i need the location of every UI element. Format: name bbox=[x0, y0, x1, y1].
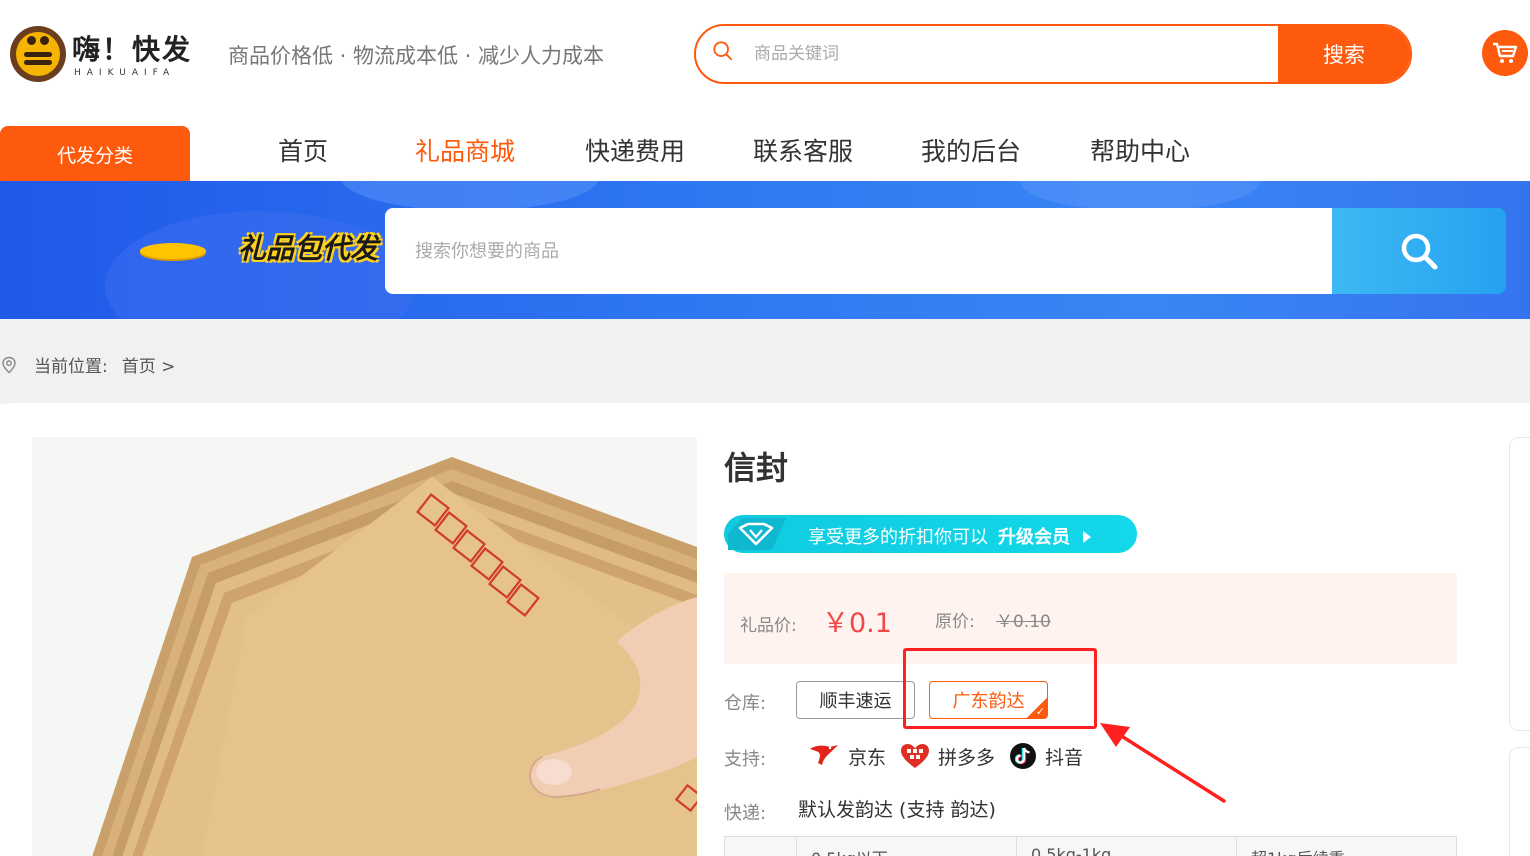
banner-decoration bbox=[340, 181, 600, 211]
site-header: 嗨！快发 HAIKUAIFA 商品价格低 · 物流成本低 · 减少人力成本 搜索 bbox=[0, 0, 1530, 110]
warehouse-option-sf[interactable]: 顺丰速运 bbox=[796, 681, 915, 719]
douyin-icon bbox=[1010, 743, 1037, 769]
gift-price-value: ￥0.1 bbox=[822, 608, 892, 639]
nav-item-home[interactable]: 首页 bbox=[278, 132, 328, 168]
cart-button[interactable] bbox=[1482, 30, 1528, 76]
product-title: 信封 bbox=[724, 449, 789, 487]
main-nav: 代发分类 首页 礼品商城 快递费用 联系客服 我的后台 帮助中心 bbox=[0, 110, 1530, 182]
top-search-button[interactable]: 搜索 bbox=[1278, 26, 1410, 82]
site-logo[interactable]: 嗨！快发 HAIKUAIFA bbox=[10, 22, 210, 86]
category-button[interactable]: 代发分类 bbox=[0, 126, 190, 182]
nav-item-help-center[interactable]: 帮助中心 bbox=[1090, 132, 1190, 168]
annotation-highlight-box bbox=[903, 648, 1097, 729]
bee-logo-icon bbox=[10, 26, 66, 82]
table-header-cell: 0.5kg-1kg bbox=[1031, 845, 1112, 856]
envelope-photo bbox=[92, 457, 697, 856]
caret-right-icon bbox=[1082, 531, 1091, 543]
site-slogan: 商品价格低 · 物流成本低 · 减少人力成本 bbox=[228, 44, 605, 68]
gift-banner: 礼品包代发 bbox=[0, 181, 1530, 319]
platform-jd: 京东 bbox=[808, 743, 886, 770]
banner-search-button[interactable] bbox=[1332, 208, 1506, 294]
table-header-cell: 0.5kg以下 bbox=[811, 845, 888, 856]
express-label: 快递: bbox=[724, 803, 767, 824]
original-price-label: 原价: bbox=[935, 612, 975, 632]
product-image[interactable] bbox=[32, 437, 697, 856]
nav-item-my-dashboard[interactable]: 我的后台 bbox=[921, 132, 1021, 168]
banner-decoration bbox=[1020, 181, 1260, 211]
side-panel bbox=[1509, 437, 1530, 731]
gift-price-label: 礼品价: bbox=[740, 616, 797, 636]
location-pin-icon bbox=[2, 356, 16, 373]
express-info: 默认发韵达 (支持 韵达) bbox=[798, 799, 996, 821]
top-search-input[interactable] bbox=[752, 26, 1272, 82]
jd-icon bbox=[810, 745, 838, 765]
diamond-icon bbox=[728, 518, 786, 550]
cart-icon bbox=[1493, 42, 1518, 63]
side-panel bbox=[1509, 747, 1530, 856]
coin-decoration bbox=[140, 243, 206, 259]
vip-upgrade-link[interactable]: 升级会员 bbox=[998, 527, 1070, 548]
breadcrumb-band: 当前位置: 首页 > bbox=[0, 319, 1530, 404]
top-search-bar: 搜索 bbox=[694, 24, 1412, 84]
search-icon bbox=[713, 41, 733, 61]
nav-item-customer-service[interactable]: 联系客服 bbox=[753, 132, 853, 168]
original-price-value: ￥0.10 bbox=[996, 612, 1051, 632]
breadcrumb-label: 当前位置: bbox=[34, 357, 108, 377]
logo-subtext: HAIKUAIFA bbox=[74, 68, 176, 78]
platform-pinduoduo: 拼多多 bbox=[900, 743, 995, 770]
platform-douyin: 抖音 bbox=[1009, 742, 1083, 770]
table-header-cell: 超1kg后续重 bbox=[1251, 845, 1345, 856]
banner-search-input[interactable] bbox=[385, 208, 1332, 294]
vip-upgrade-banner[interactable]: 享受更多的折扣你可以 升级会员 bbox=[724, 515, 1137, 553]
product-detail-card: 信封 享受更多的折扣你可以 升级会员 礼品价: ￥0.1 原价: ￥0.10 仓库… bbox=[0, 403, 1530, 856]
vip-text: 享受更多的折扣你可以 升级会员 bbox=[808, 523, 1092, 549]
warehouse-label: 仓库: bbox=[724, 693, 767, 714]
pinduoduo-icon bbox=[901, 744, 930, 768]
banner-search-box bbox=[385, 208, 1332, 294]
annotation-arrow-icon bbox=[1100, 723, 1226, 803]
supported-platforms: 京东 拼多多 抖音 bbox=[808, 739, 1097, 773]
warehouse-option-label: 顺丰速运 bbox=[819, 691, 892, 712]
vip-message: 享受更多的折扣你可以 bbox=[808, 527, 988, 548]
breadcrumb-home-link[interactable]: 首页 > bbox=[122, 352, 176, 377]
support-label: 支持: bbox=[724, 749, 767, 770]
logo-text: 嗨！快发 bbox=[72, 33, 193, 66]
shipping-fee-table: 0.5kg以下 0.5kg-1kg 超1kg后续重 bbox=[724, 836, 1457, 856]
banner-title: 礼品包代发 bbox=[238, 232, 379, 265]
breadcrumb: 当前位置: 首页 > bbox=[0, 352, 175, 377]
nav-item-shipping-fees[interactable]: 快递费用 bbox=[585, 132, 685, 168]
search-icon bbox=[1401, 233, 1438, 270]
nav-item-gift-mall[interactable]: 礼品商城 bbox=[415, 132, 515, 168]
